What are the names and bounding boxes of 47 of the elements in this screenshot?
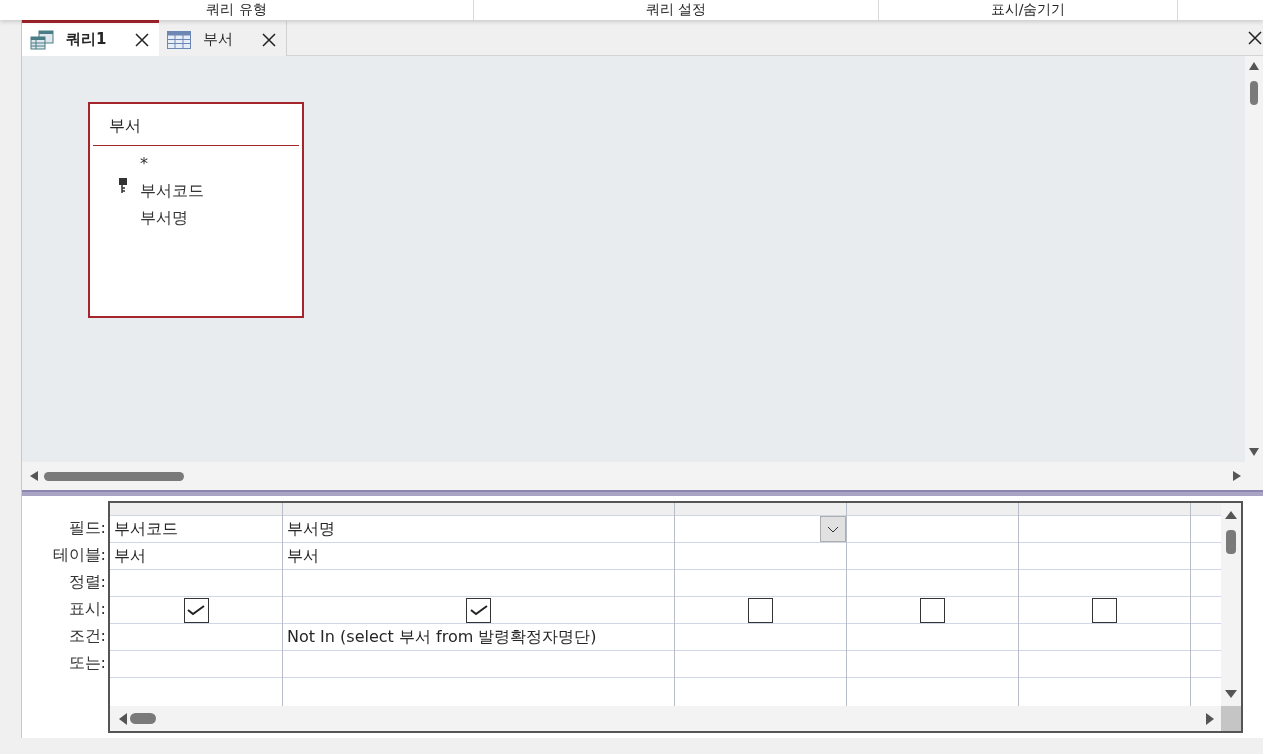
- field-item[interactable]: 부서코드: [140, 178, 204, 203]
- row-label: 테이블:: [52, 543, 106, 566]
- scroll-right-icon[interactable]: [1206, 712, 1214, 725]
- show-checkbox[interactable]: [1092, 597, 1117, 623]
- row-label: 표시:: [68, 597, 106, 620]
- scroll-up-icon[interactable]: [1249, 62, 1259, 70]
- row-label: 또는:: [68, 651, 106, 674]
- grid-cell-text[interactable]: Not In (select 부서 from 발령확정자명단): [287, 625, 597, 649]
- scrollbar-thumb[interactable]: [44, 471, 184, 481]
- show-checkbox[interactable]: [183, 597, 209, 623]
- table-field-list[interactable]: 부서 * 부서코드 부서명: [88, 102, 304, 318]
- check-icon: [187, 604, 205, 616]
- scroll-right-icon[interactable]: [1233, 471, 1241, 481]
- document-tab[interactable]: 부서: [159, 20, 287, 56]
- grid-cell-text[interactable]: 부서: [287, 544, 319, 568]
- ribbon-group-label: 쿼리 유형: [206, 1, 267, 19]
- row-label: 조건:: [68, 624, 106, 647]
- field-item[interactable]: 부서명: [140, 205, 188, 230]
- close-icon[interactable]: [1248, 31, 1262, 45]
- show-checkbox[interactable]: [920, 597, 945, 623]
- check-icon: [469, 604, 488, 616]
- table-icon: [167, 30, 191, 49]
- chevron-down-icon: [827, 525, 839, 533]
- scrollbar-thumb[interactable]: [1226, 530, 1236, 554]
- close-icon[interactable]: [262, 32, 276, 47]
- scrollbar-thumb[interactable]: [130, 713, 156, 724]
- document-tab[interactable]: 쿼리1: [22, 20, 159, 56]
- scrollbar-thumb[interactable]: [1250, 81, 1258, 105]
- ribbon-group-label: 쿼리 설정: [645, 1, 707, 19]
- show-checkbox[interactable]: [748, 597, 773, 623]
- query-icon: [30, 29, 54, 50]
- ribbon-group-label: 표시/숨기기: [990, 1, 1066, 19]
- scrollbar-corner: [1221, 706, 1241, 731]
- table-title: 부서: [109, 116, 141, 135]
- row-label: 정렬:: [68, 570, 106, 593]
- scroll-left-icon[interactable]: [119, 712, 127, 725]
- close-icon[interactable]: [135, 32, 149, 47]
- row-label: 필드:: [68, 516, 106, 539]
- show-checkbox[interactable]: [466, 597, 491, 623]
- scroll-down-icon[interactable]: [1249, 448, 1259, 456]
- scroll-left-icon[interactable]: [30, 471, 38, 481]
- grid-cell-text[interactable]: 부서코드: [114, 517, 178, 541]
- scroll-down-icon[interactable]: [1225, 690, 1237, 698]
- scroll-up-icon[interactable]: [1225, 511, 1237, 519]
- grid-cell-text[interactable]: 부서명: [287, 517, 335, 541]
- grid-cell-text[interactable]: 부서: [114, 544, 146, 568]
- field-item[interactable]: *: [140, 151, 148, 176]
